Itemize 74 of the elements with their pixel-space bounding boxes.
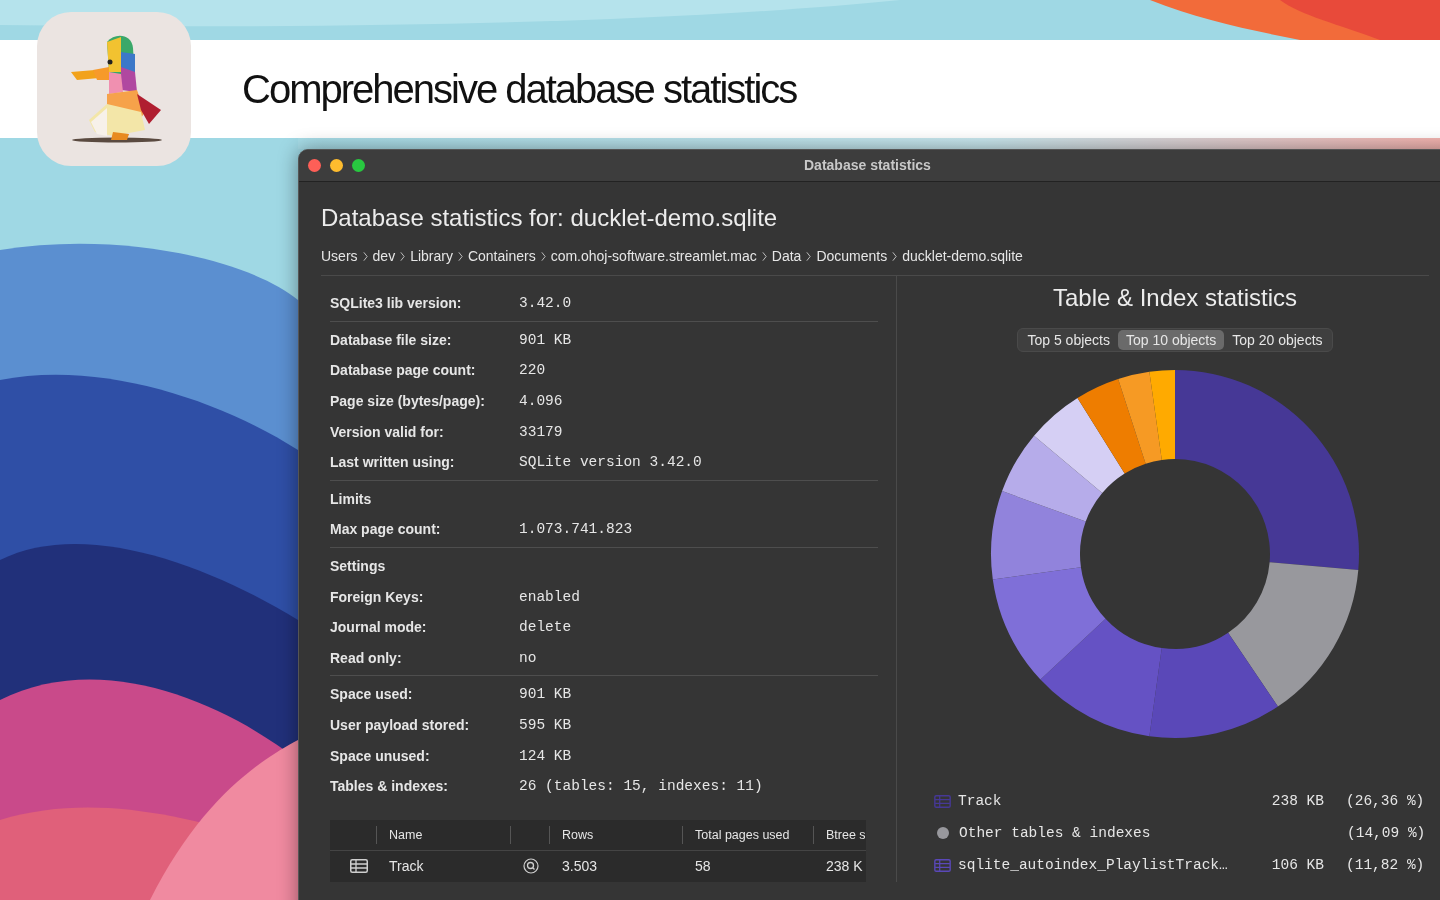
chevron-icon (892, 250, 898, 262)
stat-value: 3.42.0 (519, 295, 572, 312)
stat-value: 220 (519, 362, 546, 379)
stat-value: 901 KB (519, 331, 572, 348)
stat-value: 901 KB (519, 686, 572, 703)
stat-label: Journal mode: (330, 619, 428, 636)
stat-value: 4.096 (519, 393, 563, 410)
table-cell-text: Track (388, 857, 425, 875)
legend-label: Other tables & indexes (959, 825, 1152, 841)
page-heading: Database statistics for: ducklet-demo.sqlite (321, 204, 779, 232)
legend-label: sqlite_autoindex_PlaylistTrack… (958, 857, 1229, 873)
legend-label: Track (958, 793, 1003, 809)
zoom-button[interactable] (352, 159, 365, 172)
chevron-icon (761, 250, 767, 262)
chevron-icon (457, 250, 463, 262)
stat-label: SQLite3 lib version: (330, 295, 463, 312)
legend-percent: (14,09 %) (1347, 825, 1426, 841)
table-cell-text: 238 K (825, 857, 864, 875)
chevron-icon (362, 250, 368, 262)
chevron-icon (540, 250, 546, 262)
breadcrumb-item[interactable]: com.ohoj-software.streamlet.mac (550, 248, 757, 264)
window-title: Database statistics (804, 157, 931, 173)
stat-label: Page size (bytes/page): (330, 393, 486, 410)
breadcrumb-item[interactable]: Users (321, 248, 358, 264)
stat-label: User payload stored: (330, 717, 471, 733)
stat-value: 1.073.741.823 (519, 521, 633, 538)
table-icon (349, 859, 368, 873)
segment-tab[interactable]: Top 20 objects (1224, 330, 1331, 350)
segment-tab[interactable]: Top 10 objects (1117, 330, 1225, 350)
stat-value: enabled (519, 588, 580, 605)
stat-label: Database page count: (330, 362, 477, 379)
stat-value: 124 KB (519, 747, 572, 764)
stat-label: Tables & indexes: (330, 778, 449, 795)
breadcrumb-item[interactable]: Documents (816, 248, 888, 264)
stat-label: Read only: (330, 649, 403, 666)
breadcrumb-item[interactable]: dev (372, 248, 396, 264)
stat-label: Database file size: (330, 331, 453, 348)
table-cell-text: 58 (694, 857, 712, 875)
stat-label: Version valid for: (330, 423, 445, 440)
breadcrumb-item[interactable]: ducklet-demo.sqlite (902, 248, 1023, 264)
column-header: Btree s (825, 826, 866, 844)
legend-percent: (11,82 %) (1346, 857, 1425, 873)
stat-value: 595 KB (519, 717, 572, 733)
legend-size: 106 KB (1270, 857, 1324, 873)
minimize-button[interactable] (330, 159, 343, 172)
table-cell-text: 3.503 (561, 857, 599, 875)
legend-percent: (26,36 %) (1346, 793, 1425, 809)
legend-size: 238 KB (1270, 793, 1324, 809)
chevron-icon (400, 250, 406, 262)
duck-icon (37, 12, 191, 166)
column-header: Rows (550, 825, 683, 844)
stat-label: Space used: (330, 686, 414, 703)
headline: Comprehensive database statistics (242, 66, 797, 112)
stat-value: 26 (tables: 15, indexes: 11) (519, 778, 763, 795)
stat-value: 33179 (519, 423, 563, 440)
breadcrumb-item[interactable]: Data (771, 248, 802, 264)
section-heading: Settings (330, 557, 387, 577)
close-button[interactable] (308, 159, 321, 172)
stat-label: Max page count: (330, 521, 442, 538)
column-header: Total pages used (683, 825, 814, 844)
stat-value: delete (519, 619, 572, 636)
column-header: Name (377, 825, 511, 844)
breadcrumb-item[interactable]: Library (410, 248, 453, 264)
stat-value: no (519, 649, 537, 666)
stat-label: Foreign Keys: (330, 588, 425, 605)
stat-label: Last written using: (330, 454, 456, 471)
search-icon[interactable] (522, 858, 539, 874)
stat-label: Space unused: (330, 747, 431, 764)
stat-value: SQLite version 3.42.0 (519, 454, 702, 471)
chevron-icon (806, 250, 812, 262)
segment-tab[interactable]: Top 5 objects (1019, 330, 1118, 350)
chart-title: Table & Index statistics (1052, 284, 1298, 312)
section-heading: Limits (330, 489, 373, 509)
breadcrumb-item[interactable]: Containers (467, 248, 536, 264)
